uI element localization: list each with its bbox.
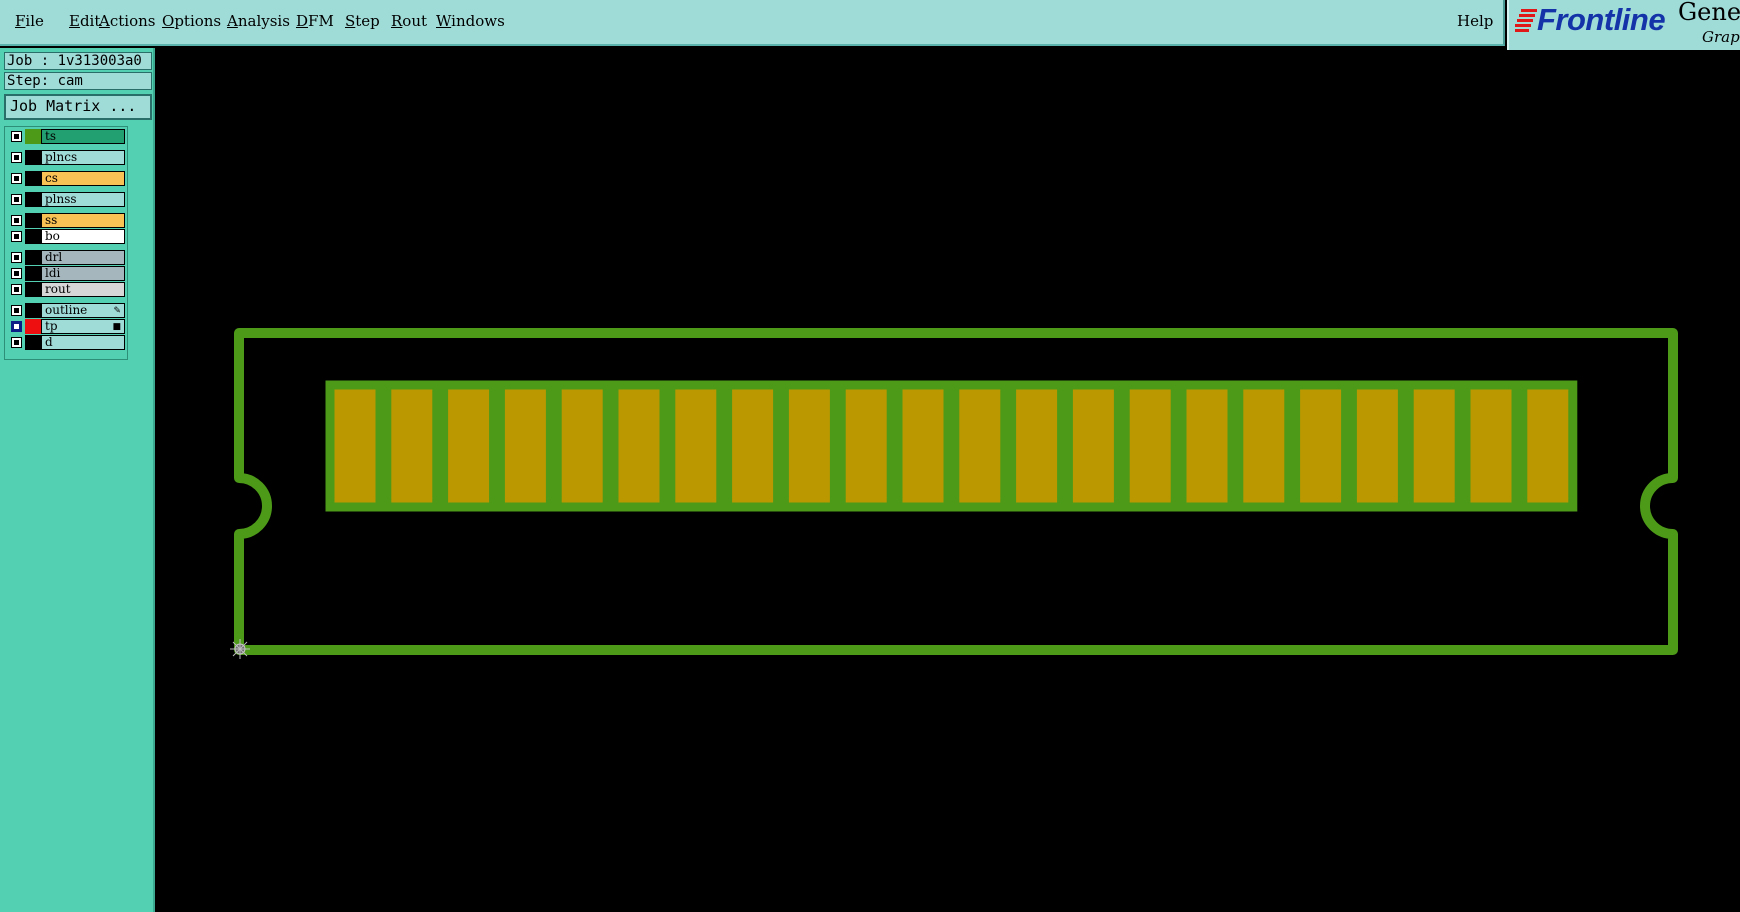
layer-color-swatch[interactable] — [25, 229, 41, 244]
menu-help[interactable]: Help — [1457, 12, 1493, 30]
layer-checkbox-d[interactable] — [11, 337, 22, 348]
logo-stripes-icon — [1515, 9, 1537, 32]
layer-row-rout[interactable]: rout — [7, 282, 125, 297]
layer-row-ss[interactable]: ss — [7, 213, 125, 228]
layer-row-cs[interactable]: cs — [7, 171, 125, 186]
menu-options[interactable]: Options — [162, 12, 221, 30]
layer-row-ldi[interactable]: ldi — [7, 266, 125, 281]
contact-pad — [439, 380, 499, 512]
layer-name-plnss[interactable]: plnss — [41, 192, 125, 207]
layer-name-bo[interactable]: bo — [41, 229, 125, 244]
menu-actions[interactable]: Actions — [99, 12, 155, 30]
layer-color-swatch[interactable] — [25, 171, 41, 186]
left-panel: Job : 1v313003a0 Step: cam Job Matrix ..… — [0, 48, 155, 912]
layer-color-swatch[interactable] — [25, 319, 41, 334]
frontline-logo: Frontline Genes Graph — [1507, 0, 1740, 50]
layer-checkbox-bo[interactable] — [11, 231, 22, 242]
layer-name-outline[interactable]: outline ✎ — [41, 303, 125, 318]
contact-pad — [723, 380, 783, 512]
layer-color-swatch[interactable] — [25, 192, 41, 207]
contact-pad — [609, 380, 669, 512]
layer-name-tp[interactable]: tp ■ — [41, 319, 125, 334]
layer-row-outline[interactable]: outline ✎ — [7, 303, 125, 318]
contact-pad — [1291, 380, 1351, 512]
layer-row-bo[interactable]: bo — [7, 229, 125, 244]
layer-row-plnss[interactable]: plnss — [7, 192, 125, 207]
layer-list: ts plncs cs plnss ss bo drl ldi rout outline ✎ tp ■ d — [4, 126, 128, 360]
layer-name-d[interactable]: d — [41, 335, 125, 350]
layer-color-swatch[interactable] — [25, 129, 41, 144]
contact-pad — [1177, 380, 1237, 512]
contact-pad — [666, 380, 726, 512]
layer-checkbox-plncs[interactable] — [11, 152, 22, 163]
menu-dfm[interactable]: DFM — [296, 12, 334, 30]
layer-checkbox-ts[interactable] — [11, 131, 22, 142]
layer-row-drl[interactable]: drl — [7, 250, 125, 265]
layer-name-drl[interactable]: drl — [41, 250, 125, 265]
menu-windows[interactable]: Windows — [436, 12, 505, 30]
logo-brand-text: Frontline — [1537, 2, 1666, 37]
contact-pad — [1234, 380, 1294, 512]
graphics-canvas[interactable] — [155, 48, 1740, 912]
menu-analysis[interactable]: Analysis — [227, 12, 290, 30]
menu-step[interactable]: Step — [345, 12, 380, 30]
step-label: Step: cam — [4, 72, 152, 90]
layer-name-ss[interactable]: ss — [41, 213, 125, 228]
layer-color-swatch[interactable] — [25, 335, 41, 350]
layer-row-plncs[interactable]: plncs — [7, 150, 125, 165]
contact-pad — [893, 380, 953, 512]
board-drawing — [230, 328, 1678, 659]
layer-color-swatch[interactable] — [25, 282, 41, 297]
menu-rout[interactable]: Rout — [391, 12, 427, 30]
contact-pads — [325, 380, 1578, 512]
layer-name-rout[interactable]: rout — [41, 282, 125, 297]
layer-checkbox-ss[interactable] — [11, 215, 22, 226]
contact-pad — [325, 380, 385, 512]
contact-pad — [1404, 380, 1464, 512]
layer-row-tp[interactable]: tp ■ — [7, 319, 125, 334]
layer-color-swatch[interactable] — [25, 150, 41, 165]
layer-checkbox-drl[interactable] — [11, 252, 22, 263]
layer-checkbox-rout[interactable] — [11, 284, 22, 295]
menu-file[interactable]: File — [15, 12, 44, 30]
layer-checkbox-ldi[interactable] — [11, 268, 22, 279]
layer-row-ts[interactable]: ts — [7, 129, 125, 144]
layer-checkbox-plnss[interactable] — [11, 194, 22, 205]
contact-pad — [1347, 380, 1407, 512]
datum-origin-icon — [230, 639, 250, 659]
edit-pencil-icon: ✎ — [113, 306, 121, 316]
menu-edit[interactable]: Edit — [69, 12, 100, 30]
layer-checkbox-cs[interactable] — [11, 173, 22, 184]
contact-pad — [1461, 380, 1521, 512]
job-label: Job : 1v313003a0 — [4, 52, 152, 70]
contact-pad — [382, 380, 442, 512]
contact-pad — [1120, 380, 1180, 512]
layer-name-cs[interactable]: cs — [41, 171, 125, 186]
layer-checkbox-tp[interactable] — [11, 321, 22, 332]
layer-row-d[interactable]: d — [7, 335, 125, 350]
contact-pad — [552, 380, 612, 512]
menu-bar: File Edit Actions Options Analysis DFM Step Rou… — [0, 0, 1505, 46]
contact-pad — [779, 380, 839, 512]
layer-color-swatch[interactable] — [25, 250, 41, 265]
product-name: Genes — [1678, 0, 1740, 26]
layer-name-ts[interactable]: ts — [41, 129, 125, 144]
contact-pad — [1007, 380, 1067, 512]
layer-name-ldi[interactable]: ldi — [41, 266, 125, 281]
contact-pad — [950, 380, 1010, 512]
contact-pad — [1518, 380, 1578, 512]
contact-pad — [495, 380, 555, 512]
layer-color-swatch[interactable] — [25, 266, 41, 281]
layer-color-swatch[interactable] — [25, 213, 41, 228]
layer-name-plncs[interactable]: plncs — [41, 150, 125, 165]
contact-pad — [1063, 380, 1123, 512]
layer-color-swatch[interactable] — [25, 303, 41, 318]
feature-dot-icon: ■ — [112, 322, 121, 332]
contact-pad — [836, 380, 896, 512]
job-matrix-button[interactable]: Job Matrix ... — [4, 94, 152, 120]
layer-checkbox-outline[interactable] — [11, 305, 22, 316]
product-subtitle: Graph — [1702, 28, 1740, 46]
